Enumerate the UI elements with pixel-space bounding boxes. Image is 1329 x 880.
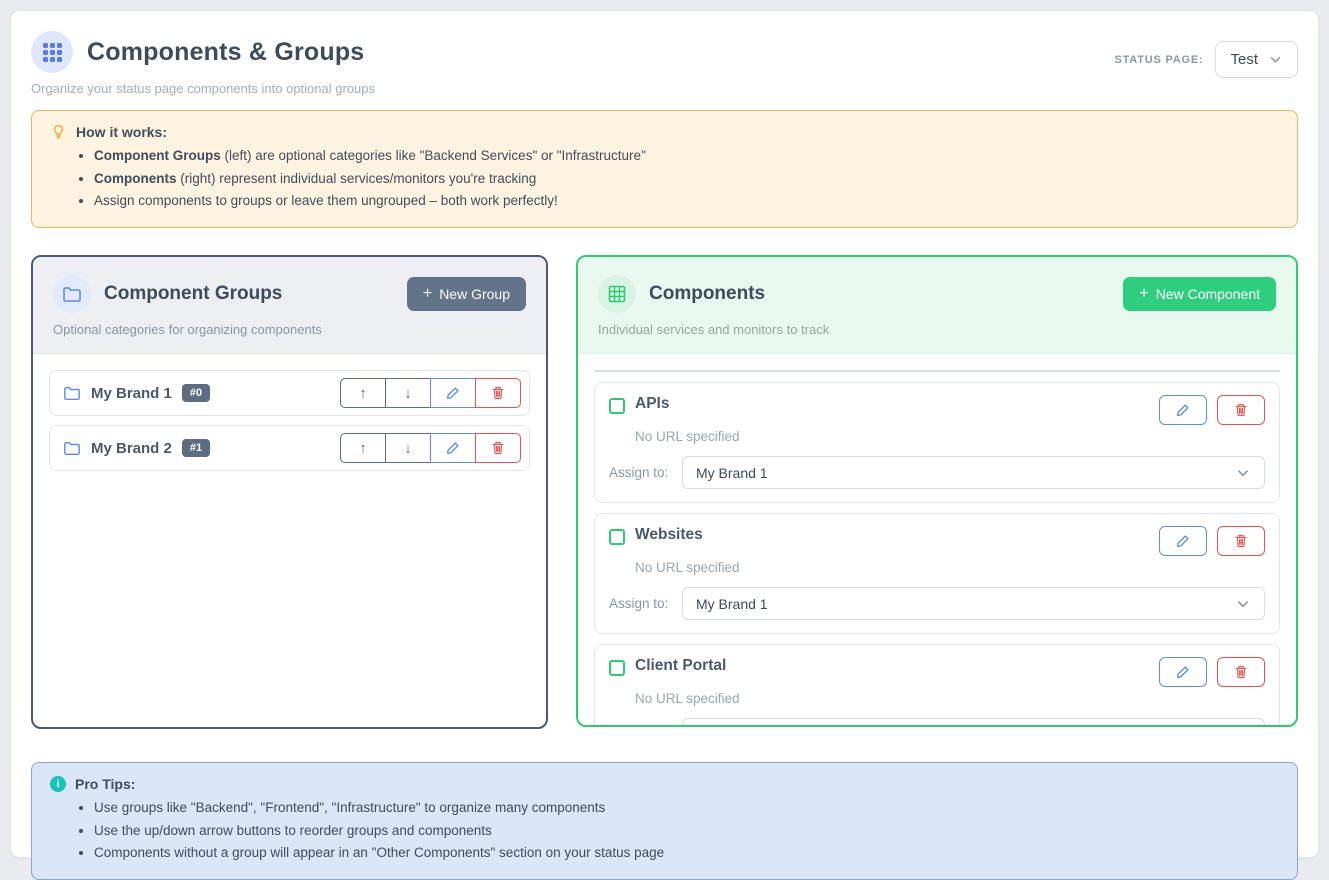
folder-icon: [53, 275, 91, 313]
group-order-badge: #1: [182, 439, 210, 457]
page-title: Components & Groups: [87, 38, 364, 67]
arrow-up-icon: ↑: [359, 385, 367, 402]
component-card: Client Portal No URL specified Assign to…: [594, 644, 1280, 725]
info-icon: i: [50, 776, 66, 792]
folder-icon: [63, 440, 81, 457]
component-search: [594, 370, 1280, 372]
component-name: APIs: [635, 395, 669, 413]
components-panel-subtitle: Individual services and monitors to trac…: [598, 322, 1276, 337]
assign-group-select[interactable]: My Brand 1: [682, 456, 1265, 489]
pencil-icon: [1175, 664, 1191, 680]
trash-icon: [1233, 664, 1249, 680]
pencil-icon: [1175, 402, 1191, 418]
pro-tips-item: Components without a group will appear i…: [94, 842, 1279, 865]
component-url-status: No URL specified: [635, 429, 1265, 444]
page-header: Components & Groups Organize your status…: [31, 31, 1298, 96]
group-name: My Brand 2: [91, 440, 172, 457]
plus-icon: +: [1139, 286, 1148, 302]
group-row: My Brand 2 #1 ↑ ↓: [49, 425, 530, 471]
pro-tips-title: Pro Tips:: [75, 776, 135, 792]
delete-group-button[interactable]: [475, 433, 521, 463]
move-group-up-button[interactable]: ↑: [340, 433, 386, 463]
how-it-works-banner: How it works: Component Groups (left) ar…: [31, 110, 1298, 228]
folder-icon: [63, 385, 81, 402]
group-order-badge: #0: [182, 384, 210, 402]
pencil-icon: [445, 385, 461, 401]
chevron-down-icon: [1268, 52, 1283, 67]
delete-component-button[interactable]: [1217, 526, 1265, 556]
component-name: Websites: [635, 526, 703, 544]
assign-group-select[interactable]: My Brand 1: [682, 587, 1265, 620]
group-row: My Brand 1 #0 ↑ ↓: [49, 370, 530, 416]
plus-icon: +: [423, 286, 432, 302]
page-card: Components & Groups Organize your status…: [10, 10, 1319, 858]
pro-tips-item: Use groups like "Backend", "Frontend", "…: [94, 797, 1279, 820]
pencil-icon: [445, 440, 461, 456]
arrow-down-icon: ↓: [404, 385, 412, 402]
delete-component-button[interactable]: [1217, 657, 1265, 687]
chevron-down-icon: [1235, 596, 1251, 612]
group-list: My Brand 1 #0 ↑ ↓ My Brand 2 #1 ↑: [33, 354, 546, 487]
assign-group-select[interactable]: My Brand 2: [682, 718, 1265, 725]
component-status-checkbox[interactable]: [609, 398, 625, 414]
lightbulb-icon: [50, 124, 67, 140]
component-name: Client Portal: [635, 657, 726, 675]
component-card: Websites No URL specified Assign to: My …: [594, 513, 1280, 634]
move-group-down-button[interactable]: ↓: [385, 378, 431, 408]
arrow-down-icon: ↓: [404, 440, 412, 457]
edit-group-button[interactable]: [430, 433, 476, 463]
components-panel: Components + New Component Individual se…: [576, 255, 1298, 727]
component-card: APIs No URL specified Assign to: My Bran…: [594, 382, 1280, 503]
new-group-button[interactable]: + New Group: [407, 277, 526, 311]
delete-group-button[interactable]: [475, 378, 521, 408]
edit-component-button[interactable]: [1159, 395, 1207, 425]
delete-component-button[interactable]: [1217, 395, 1265, 425]
how-it-works-title: How it works:: [76, 124, 167, 140]
assigned-group-value: My Brand 1: [696, 465, 768, 481]
status-page-label: STATUS PAGE:: [1114, 54, 1203, 66]
edit-group-button[interactable]: [430, 378, 476, 408]
component-url-status: No URL specified: [635, 691, 1265, 706]
move-group-down-button[interactable]: ↓: [385, 433, 431, 463]
table-grid-icon: [598, 275, 636, 313]
groups-panel-subtitle: Optional categories for organizing compo…: [53, 322, 526, 337]
how-it-works-item: Assign components to groups or leave the…: [94, 190, 1279, 213]
arrow-up-icon: ↑: [359, 440, 367, 457]
components-panel-title: Components: [649, 283, 765, 305]
move-group-up-button[interactable]: ↑: [340, 378, 386, 408]
group-name: My Brand 1: [91, 385, 172, 402]
assign-to-label: Assign to:: [609, 465, 682, 480]
new-component-button[interactable]: + New Component: [1123, 277, 1276, 311]
component-groups-panel: Component Groups + New Group Optional ca…: [31, 255, 548, 729]
trash-icon: [490, 385, 506, 401]
pencil-icon: [1175, 533, 1191, 549]
groups-panel-title: Component Groups: [104, 283, 282, 305]
component-status-checkbox[interactable]: [609, 660, 625, 676]
chevron-down-icon: [1235, 465, 1251, 481]
how-it-works-item: Components (right) represent individual …: [94, 168, 1279, 191]
pro-tips-item: Use the up/down arrow buttons to reorder…: [94, 820, 1279, 843]
assign-to-label: Assign to:: [609, 596, 682, 611]
how-it-works-item: Component Groups (left) are optional cat…: [94, 145, 1279, 168]
trash-icon: [490, 440, 506, 456]
status-page-value: Test: [1230, 51, 1258, 68]
edit-component-button[interactable]: [1159, 657, 1207, 687]
how-it-works-list: Component Groups (left) are optional cat…: [50, 145, 1279, 213]
status-page-select[interactable]: Test: [1215, 41, 1298, 78]
trash-icon: [1233, 402, 1249, 418]
pro-tips-banner: i Pro Tips: Use groups like "Backend", "…: [31, 762, 1298, 880]
trash-icon: [1233, 533, 1249, 549]
component-status-checkbox[interactable]: [609, 529, 625, 545]
components-grid-icon: [31, 31, 73, 73]
components-body: APIs No URL specified Assign to: My Bran…: [578, 354, 1296, 725]
pro-tips-list: Use groups like "Backend", "Frontend", "…: [50, 797, 1279, 865]
component-url-status: No URL specified: [635, 560, 1265, 575]
edit-component-button[interactable]: [1159, 526, 1207, 556]
assigned-group-value: My Brand 1: [696, 596, 768, 612]
page-subtitle: Organize your status page components int…: [31, 81, 375, 96]
